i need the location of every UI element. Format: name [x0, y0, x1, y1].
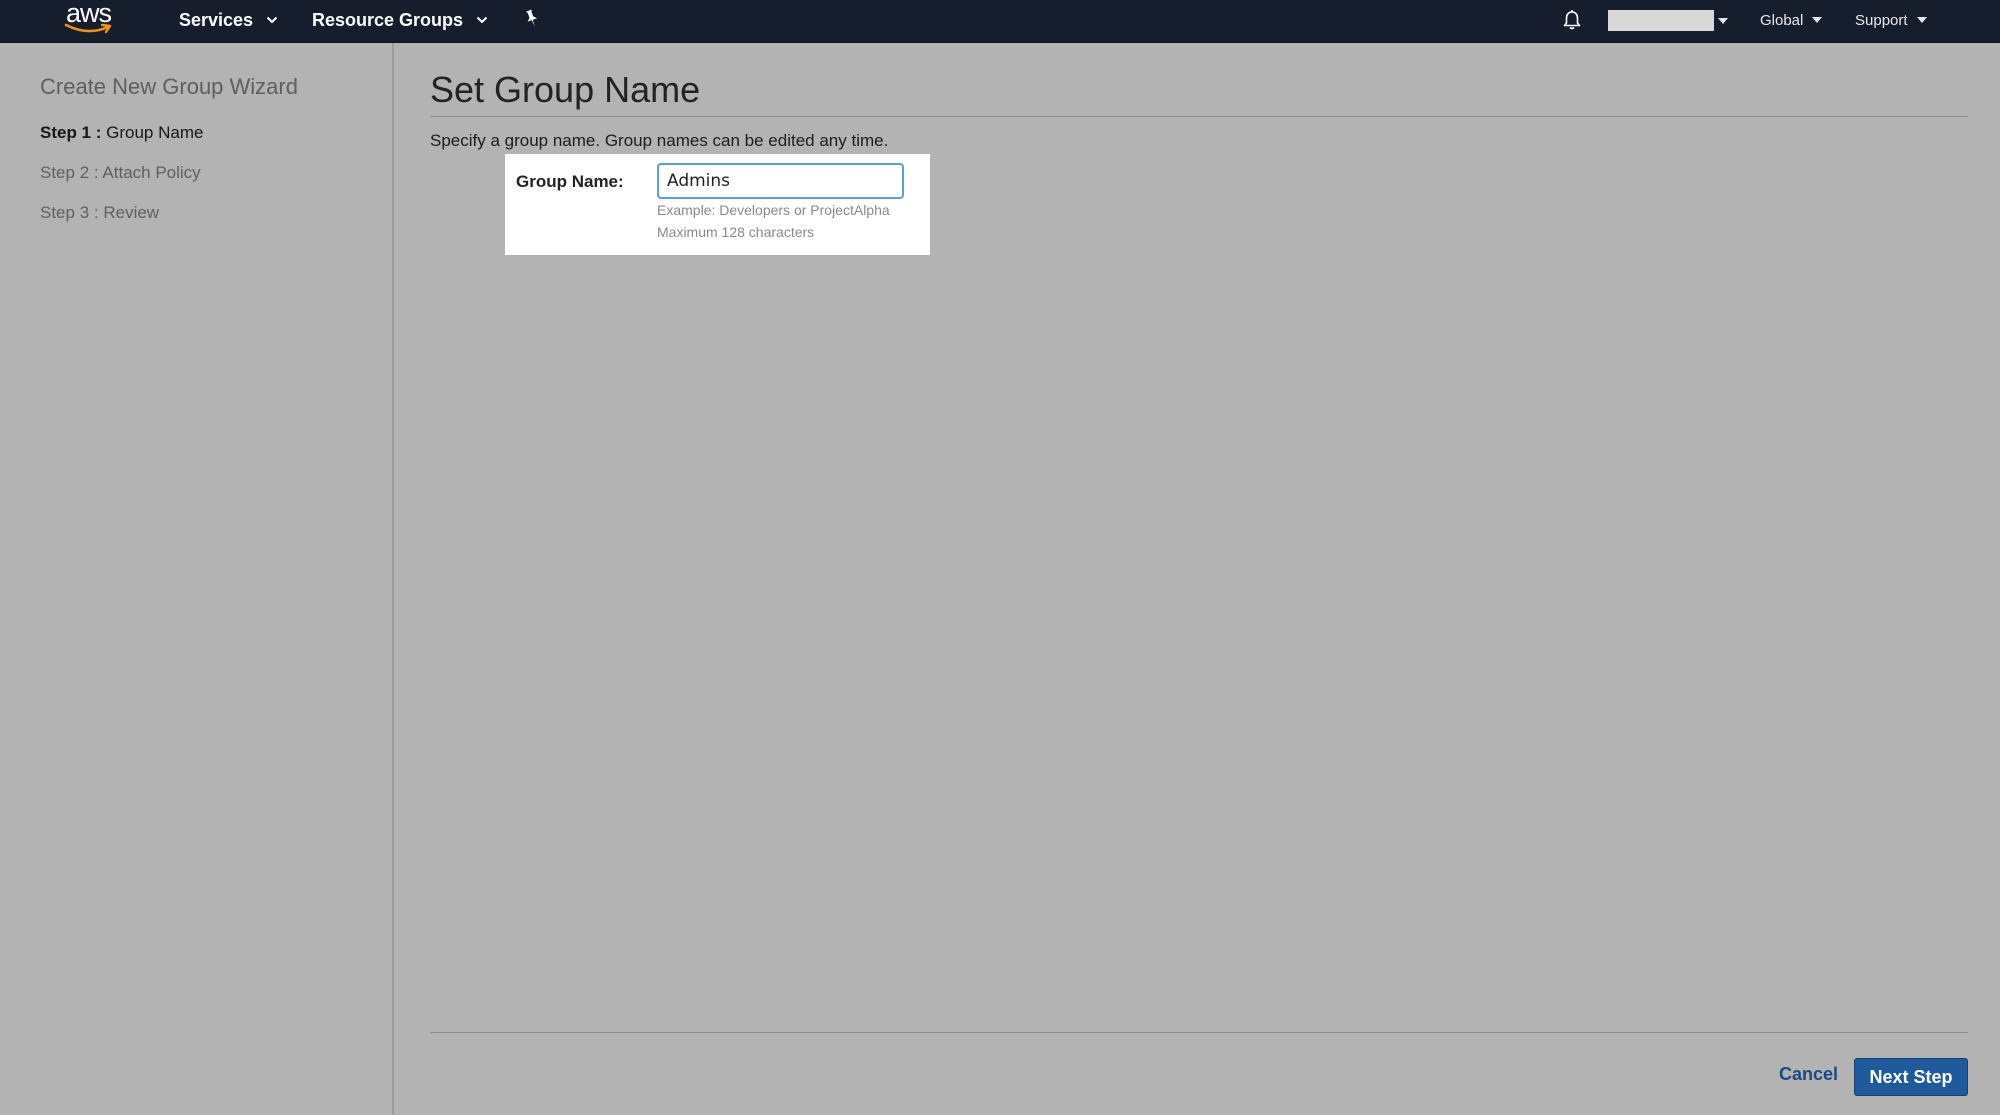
divider	[430, 1032, 1968, 1033]
aws-logo[interactable]: aws	[62, 0, 118, 40]
chevron-down-icon	[1812, 17, 1823, 23]
step-label: Group Name	[106, 123, 204, 142]
group-name-example-hint: Example: Developers or ProjectAlpha	[657, 202, 890, 218]
group-name-input[interactable]	[657, 163, 904, 199]
step-number: Step 2 :	[40, 163, 99, 182]
group-name-form: Group Name: Example: Developers or Proje…	[505, 154, 930, 255]
step-number: Step 3 :	[40, 203, 99, 222]
aws-smile-icon	[64, 23, 112, 34]
account-menu[interactable]	[1608, 10, 1714, 31]
divider	[430, 116, 1968, 117]
step-number: Step 1 :	[40, 123, 102, 142]
chevron-down-icon	[476, 16, 488, 24]
support-menu[interactable]: Support	[1855, 0, 1927, 40]
top-navigation-bar: aws Services Resource Groups Global Supp…	[0, 0, 2000, 43]
group-name-max-hint: Maximum 128 characters	[657, 224, 815, 240]
wizard-step-group-name[interactable]: Step 1 : Group Name	[40, 123, 203, 143]
wizard-step-attach-policy[interactable]: Step 2 : Attach Policy	[40, 163, 201, 183]
page-description: Specify a group name. Group names can be…	[430, 131, 889, 150]
cancel-button[interactable]: Cancel	[1779, 1064, 1838, 1085]
main-content: Set Group Name Specify a group name. Gro…	[430, 43, 1970, 1115]
chevron-down-icon	[1916, 17, 1927, 23]
step-label: Review	[103, 203, 160, 222]
services-menu[interactable]: Services	[179, 0, 278, 40]
region-label: Global	[1760, 11, 1804, 29]
chevron-down-icon	[266, 16, 278, 24]
group-name-label: Group Name:	[516, 172, 624, 191]
wizard-sidebar: Create New Group Wizard Step 1 : Group N…	[0, 43, 394, 1115]
resource-groups-label: Resource Groups	[312, 9, 464, 30]
support-label: Support	[1855, 11, 1908, 29]
bell-icon[interactable]	[1561, 9, 1583, 31]
services-label: Services	[179, 9, 254, 30]
step-label: Attach Policy	[102, 163, 201, 182]
wizard-title: Create New Group Wizard	[40, 74, 298, 99]
pin-icon[interactable]	[522, 9, 542, 29]
chevron-down-icon[interactable]	[1718, 11, 1728, 31]
region-menu[interactable]: Global	[1760, 0, 1823, 40]
page-title: Set Group Name	[430, 69, 701, 110]
next-step-button[interactable]: Next Step	[1854, 1058, 1968, 1096]
resource-groups-menu[interactable]: Resource Groups	[312, 0, 488, 40]
wizard-step-review[interactable]: Step 3 : Review	[40, 203, 159, 223]
